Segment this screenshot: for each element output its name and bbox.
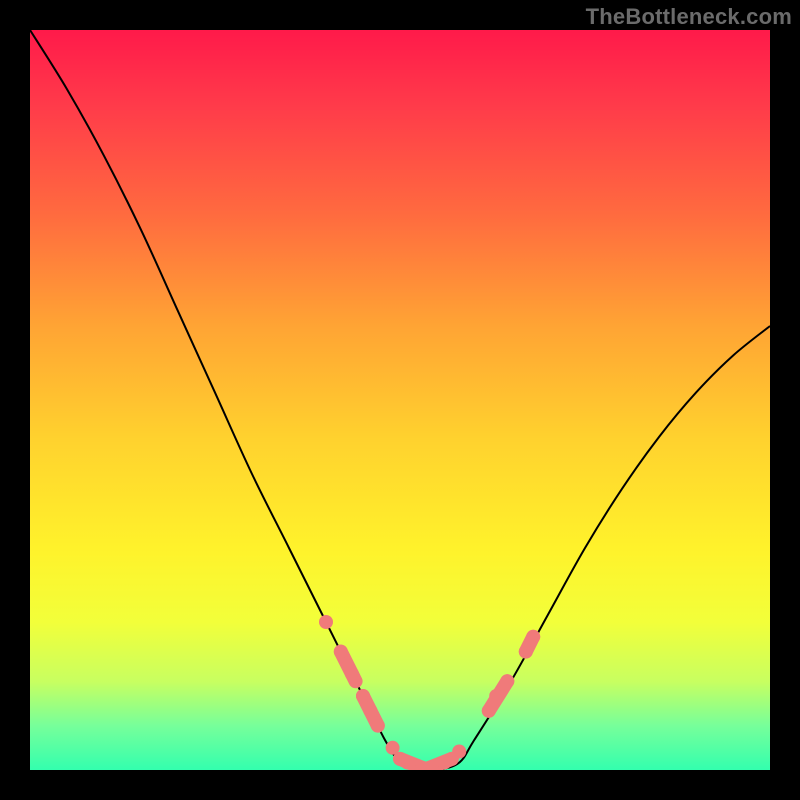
marker-dot — [371, 719, 385, 733]
marker-dot — [334, 645, 348, 659]
chart-frame: TheBottleneck.com — [0, 0, 800, 800]
marker-dot — [356, 689, 370, 703]
curve-svg — [30, 30, 770, 770]
marker-dot — [500, 674, 514, 688]
marker-dot — [363, 704, 377, 718]
watermark-text: TheBottleneck.com — [586, 4, 792, 30]
marker-dot — [489, 689, 503, 703]
marker-dot — [526, 630, 540, 644]
plot-area — [30, 30, 770, 770]
marker-dot — [345, 667, 359, 681]
marker-dot — [319, 615, 333, 629]
marker-dot — [482, 704, 496, 718]
marker-dot — [452, 745, 466, 759]
marker-pills — [341, 637, 533, 768]
marker-dot — [519, 645, 533, 659]
bottleneck-curve — [30, 30, 770, 770]
